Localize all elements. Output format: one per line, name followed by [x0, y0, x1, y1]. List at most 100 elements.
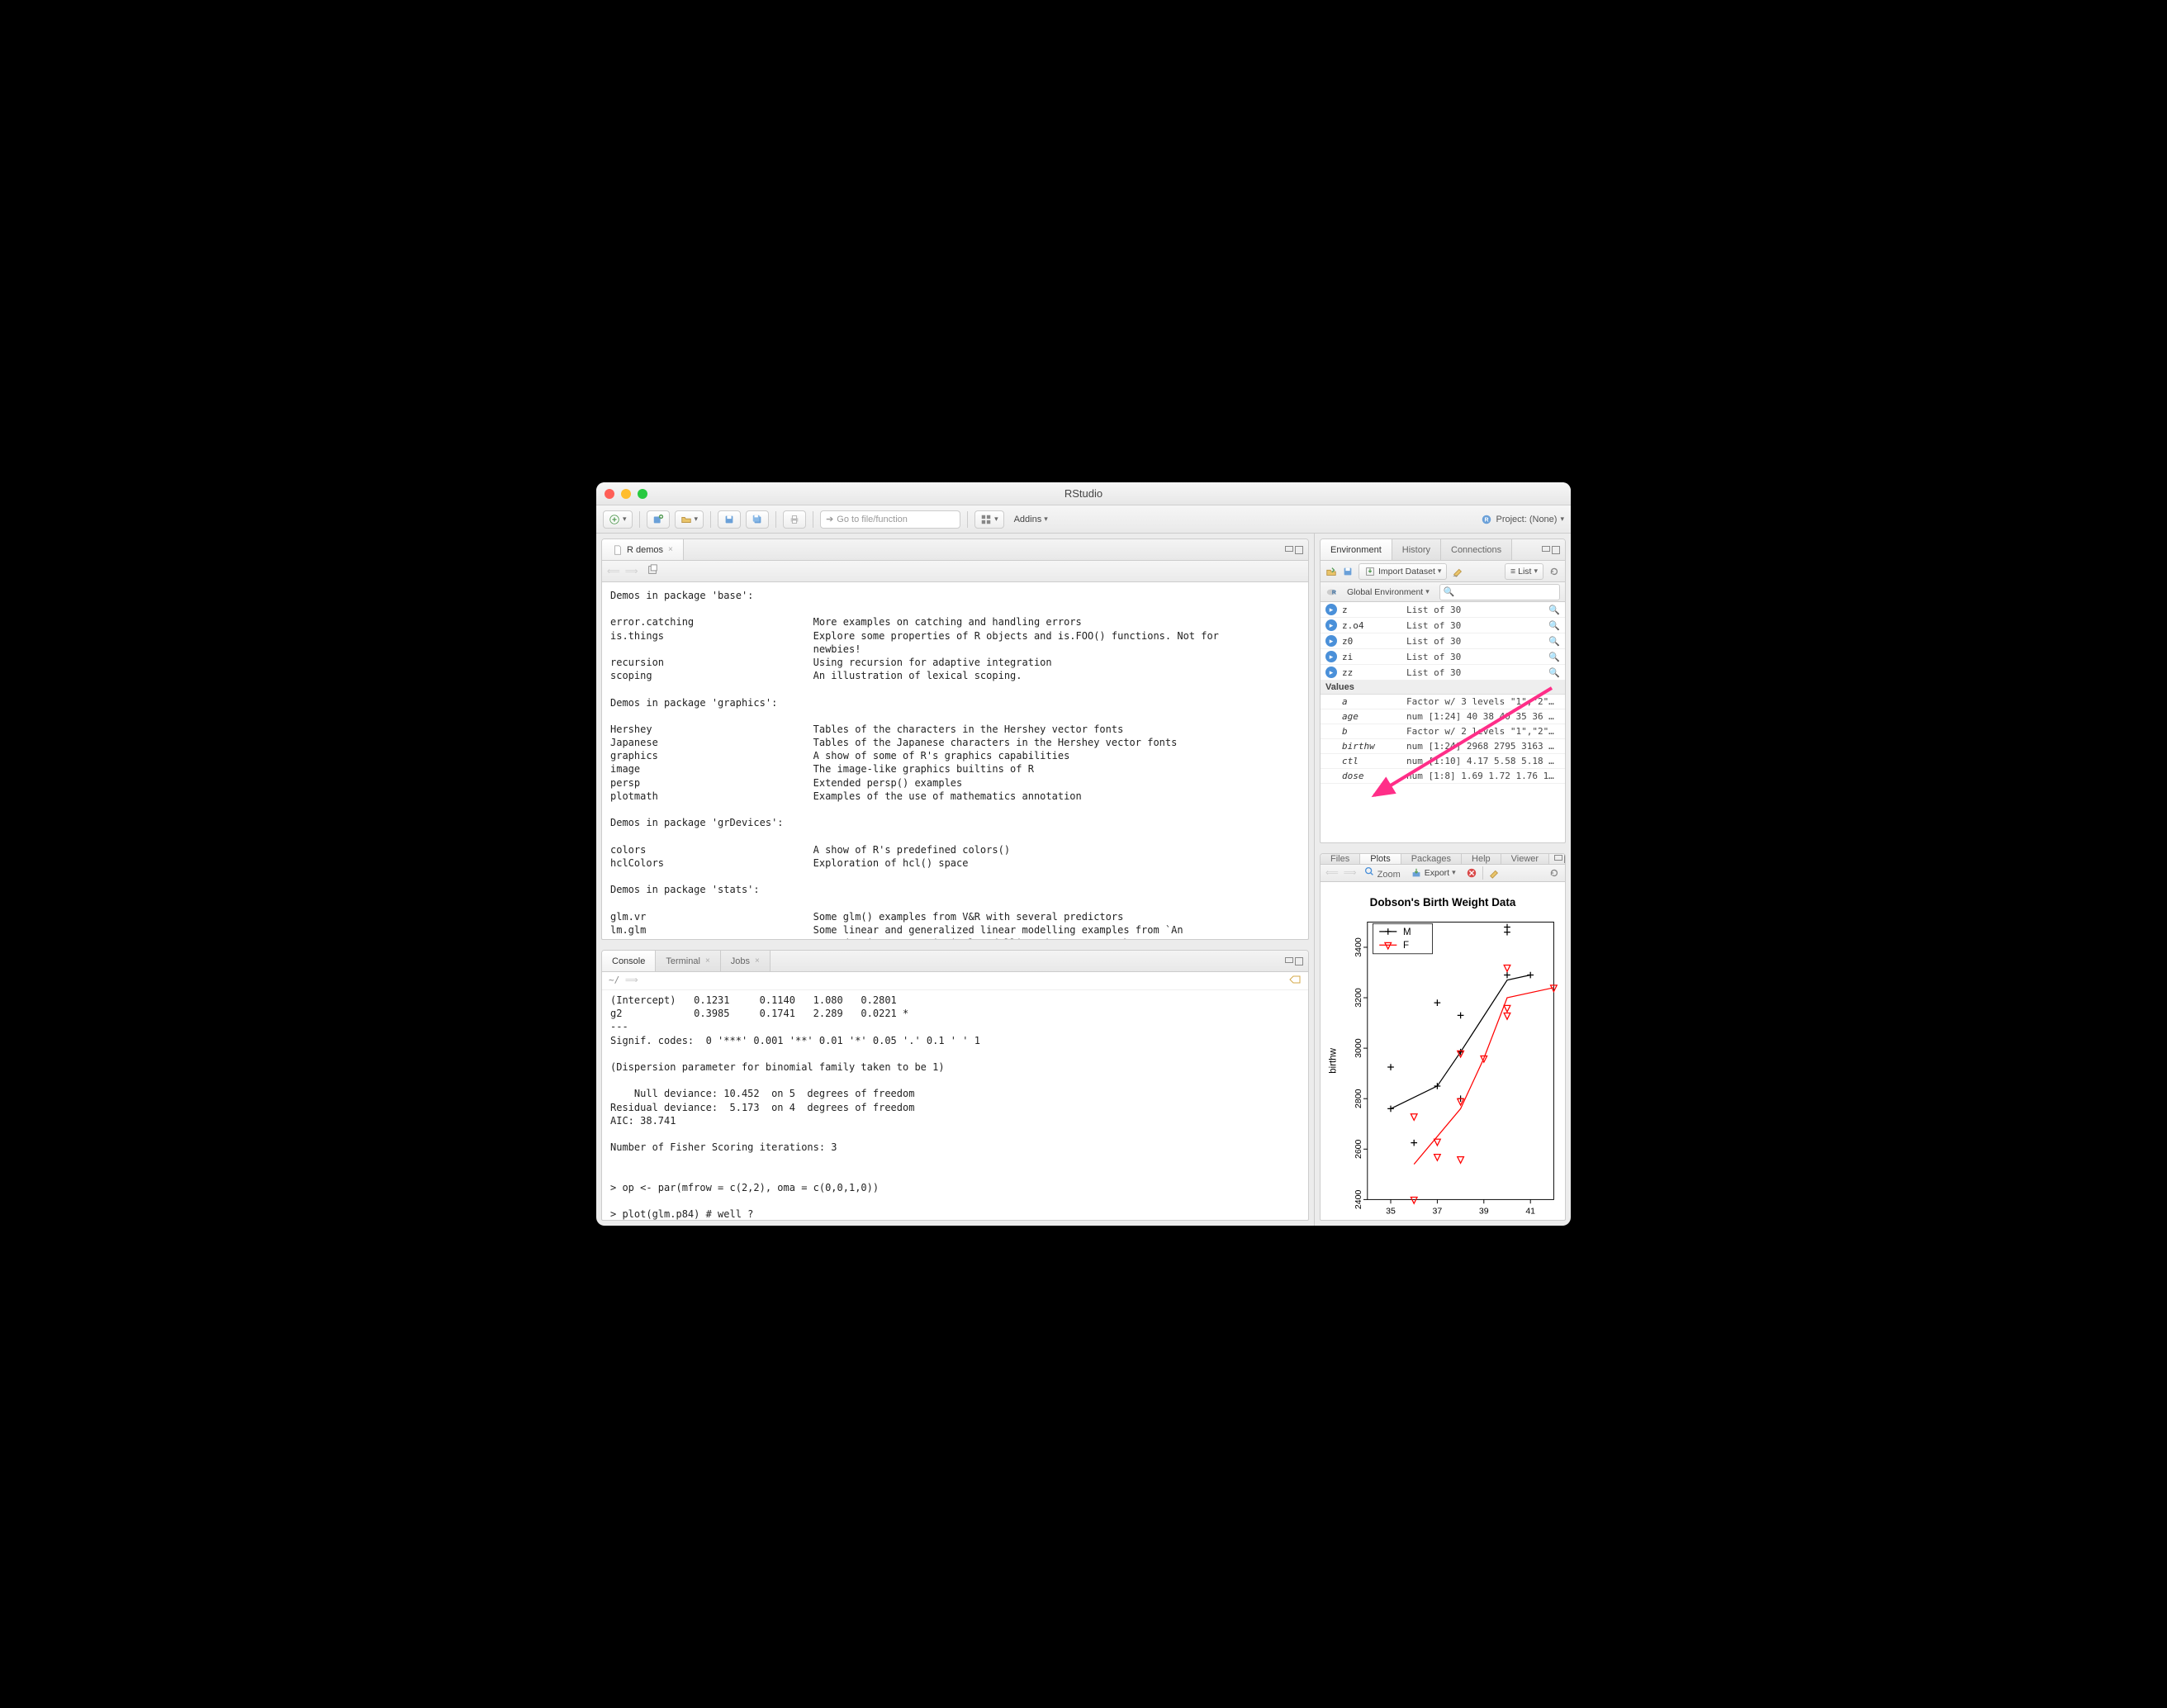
environment-pane: Environment History Connections — [1320, 538, 1566, 843]
tab-terminal[interactable]: Terminal× — [656, 951, 720, 971]
tab-plots[interactable]: Plots — [1360, 854, 1401, 864]
inspect-icon[interactable]: 🔍 — [1548, 620, 1560, 631]
tab-console[interactable]: Console — [602, 951, 656, 971]
inspect-icon[interactable]: 🔍 — [1548, 605, 1560, 615]
import-dataset-button[interactable]: Import Dataset ▾ — [1359, 563, 1447, 580]
env-data-row[interactable]: ▸ziList of 30🔍 — [1321, 649, 1565, 665]
console-content[interactable]: (Intercept) 0.1231 0.1140 1.080 0.2801 g… — [602, 990, 1308, 1220]
maximize-pane-icon[interactable] — [1295, 957, 1303, 965]
plot-svg: Dobson's Birth Weight Data35373941240026… — [1324, 890, 1562, 1221]
remove-plot-icon[interactable] — [1466, 867, 1477, 879]
tab-jobs[interactable]: Jobs× — [721, 951, 771, 971]
env-list[interactable]: ▸zList of 30🔍▸z.o4List of 30🔍▸z0List of … — [1321, 602, 1565, 842]
expand-icon[interactable]: ▸ — [1325, 667, 1337, 678]
maximize-window-button[interactable] — [638, 489, 647, 499]
clear-all-plots-icon[interactable] — [1488, 867, 1500, 879]
env-data-row[interactable]: ▸zList of 30🔍 — [1321, 602, 1565, 618]
save-button[interactable] — [718, 510, 741, 529]
titlebar[interactable]: RStudio — [596, 482, 1571, 505]
clear-console-icon[interactable] — [1288, 975, 1302, 987]
plot-area: Dobson's Birth Weight Data35373941240026… — [1321, 882, 1565, 1221]
source-content[interactable]: Demos in package 'base': error.catching … — [602, 582, 1308, 939]
env-data-row[interactable]: ▸zzList of 30🔍 — [1321, 665, 1565, 681]
tab-files[interactable]: Files — [1321, 854, 1360, 864]
tab-packages[interactable]: Packages — [1401, 854, 1462, 864]
tab-history[interactable]: History — [1392, 539, 1441, 560]
tab-viewer[interactable]: Viewer — [1501, 854, 1549, 864]
close-tab-icon[interactable]: × — [705, 956, 710, 965]
tab-connections[interactable]: Connections — [1441, 539, 1512, 560]
expand-icon[interactable]: ▸ — [1325, 651, 1337, 662]
path-arrow-icon[interactable]: ⟹ — [625, 975, 638, 985]
next-plot-icon[interactable]: ⟹ — [1344, 867, 1357, 878]
tab-environment[interactable]: Environment — [1321, 539, 1392, 560]
open-file-button[interactable]: ▾ — [675, 510, 704, 529]
env-value-row[interactable]: dosenum [1:8] 1.69 1.72 1.76 1… — [1321, 769, 1565, 784]
load-workspace-icon[interactable] — [1325, 566, 1337, 577]
popout-icon[interactable] — [647, 564, 658, 576]
print-button[interactable] — [783, 510, 806, 529]
project-menu[interactable]: R Project: (None) ▾ — [1481, 514, 1564, 525]
export-button[interactable]: Export ▾ — [1406, 865, 1461, 881]
expand-icon[interactable]: ▸ — [1325, 635, 1337, 647]
env-data-row[interactable]: ▸z.o4List of 30🔍 — [1321, 618, 1565, 633]
clear-workspace-icon[interactable] — [1452, 566, 1463, 577]
maximize-pane-icon[interactable] — [1564, 855, 1566, 863]
console-path-bar: ~/ ⟹ — [602, 972, 1308, 990]
env-var-value: List of 30 — [1406, 620, 1543, 631]
env-var-value: List of 30 — [1406, 652, 1543, 662]
env-var-name: b — [1342, 726, 1401, 737]
dropdown-arrow-icon: ▾ — [994, 515, 998, 524]
inspect-icon[interactable]: 🔍 — [1548, 667, 1560, 678]
inspect-icon[interactable]: 🔍 — [1548, 636, 1560, 647]
close-window-button[interactable] — [605, 489, 614, 499]
minimize-pane-icon[interactable] — [1542, 546, 1550, 552]
refresh-icon[interactable] — [1548, 566, 1560, 577]
zoom-button[interactable]: Zoom — [1363, 866, 1401, 880]
env-value-row[interactable]: b Factor w/ 2 levels "1","2"… — [1321, 724, 1565, 739]
env-scope-bar: R Global Environment ▾ 🔍 — [1321, 582, 1565, 602]
addins-button[interactable]: Addins ▾ — [1009, 510, 1053, 529]
maximize-pane-icon[interactable] — [1295, 546, 1303, 554]
env-data-row[interactable]: ▸z0List of 30🔍 — [1321, 633, 1565, 649]
close-tab-icon[interactable]: × — [668, 545, 673, 554]
prev-plot-icon[interactable]: ⟸ — [1325, 867, 1339, 878]
export-icon — [1411, 867, 1422, 879]
console-pane: Console Terminal× Jobs× ~/ ⟹ — [601, 950, 1309, 1221]
env-view-mode-button[interactable]: ≡ List ▾ — [1505, 563, 1543, 580]
traffic-lights — [605, 489, 647, 499]
env-value-row[interactable]: aFactor w/ 3 levels "1","2"… — [1321, 695, 1565, 709]
minimize-window-button[interactable] — [621, 489, 631, 499]
minimize-pane-icon[interactable] — [1285, 546, 1293, 552]
env-search-input[interactable]: 🔍 — [1439, 584, 1560, 600]
inspect-icon[interactable]: 🔍 — [1548, 652, 1560, 662]
env-value-row[interactable]: agenum [1:24] 40 38 40 35 36 … — [1321, 709, 1565, 724]
close-tab-icon[interactable]: × — [755, 956, 760, 965]
save-workspace-icon[interactable] — [1342, 566, 1354, 577]
tab-help[interactable]: Help — [1462, 854, 1501, 864]
minimize-pane-icon[interactable] — [1285, 957, 1293, 963]
new-project-button[interactable] — [647, 510, 670, 529]
maximize-pane-icon[interactable] — [1552, 546, 1560, 554]
env-toolbar: Import Dataset ▾ ≡ List ▾ — [1321, 561, 1565, 582]
expand-icon[interactable]: ▸ — [1325, 619, 1337, 631]
expand-icon[interactable]: ▸ — [1325, 604, 1337, 615]
dropdown-arrow-icon: ▾ — [1534, 567, 1538, 576]
env-value-row[interactable]: birthwnum [1:24] 2968 2795 3163 … — [1321, 739, 1565, 754]
env-scope-button[interactable]: Global Environment ▾ — [1342, 584, 1434, 600]
back-arrow-icon[interactable]: ⟸ — [607, 566, 620, 576]
printer-icon — [789, 514, 800, 525]
source-tab-rdemos[interactable]: R demos × — [602, 539, 684, 560]
dropdown-arrow-icon: ▾ — [623, 515, 627, 524]
new-file-button[interactable]: ▾ — [603, 510, 633, 529]
plots-tabrow: Files Plots Packages Help Viewer — [1321, 854, 1565, 865]
env-value-row[interactable]: ctlnum [1:10] 4.17 5.58 5.18 … — [1321, 754, 1565, 769]
minimize-pane-icon[interactable] — [1554, 855, 1562, 861]
env-var-value: Factor w/ 2 levels "1","2"… — [1406, 726, 1560, 737]
save-all-button[interactable] — [746, 510, 769, 529]
refresh-icon[interactable] — [1548, 867, 1560, 879]
grid-button[interactable]: ▾ — [974, 510, 1004, 529]
goto-file-input[interactable]: ➔ Go to file/function — [820, 510, 960, 529]
env-values-header: Values — [1321, 681, 1565, 695]
forward-arrow-icon[interactable]: ⟹ — [625, 566, 638, 576]
